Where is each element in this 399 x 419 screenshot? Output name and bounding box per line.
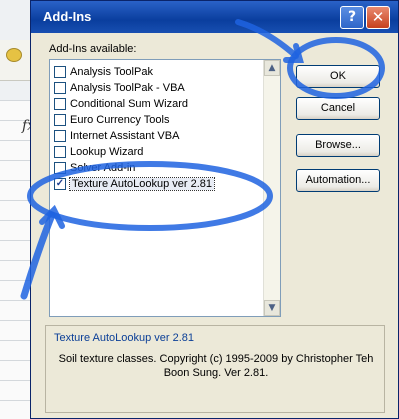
addin-list-item[interactable]: Internet Assistant VBA	[50, 128, 280, 144]
addin-list-item[interactable]: Lookup Wizard	[50, 144, 280, 160]
cancel-button[interactable]: Cancel	[296, 97, 380, 120]
unchecked-checkbox[interactable]	[54, 146, 66, 158]
background-toolbar-icon	[6, 48, 22, 62]
addin-label: Analysis ToolPak	[70, 66, 153, 78]
addin-label: Analysis ToolPak - VBA	[70, 82, 185, 94]
browse-button[interactable]: Browse...	[296, 134, 380, 157]
addin-list-item[interactable]: Euro Currency Tools	[50, 112, 280, 128]
addin-list-item[interactable]: ✓ Texture AutoLookup ver 2.81	[50, 176, 280, 192]
dialog-title: Add-Ins	[43, 9, 92, 24]
addin-list-item[interactable]: Analysis ToolPak - VBA	[50, 80, 280, 96]
unchecked-checkbox[interactable]	[54, 130, 66, 142]
unchecked-checkbox[interactable]	[54, 66, 66, 78]
description-text: Soil texture classes. Copyright (c) 1995…	[58, 353, 374, 379]
scroll-up-icon[interactable]: ▲	[264, 60, 280, 76]
description-title: Texture AutoLookup ver 2.81	[54, 332, 195, 344]
ok-button[interactable]: OK	[296, 65, 380, 88]
unchecked-checkbox[interactable]	[54, 162, 66, 174]
add-ins-available-label: Add-Ins available:	[49, 43, 137, 55]
close-button[interactable]: ✕	[366, 6, 390, 29]
list-scrollbar[interactable]: ▲ ▼	[263, 60, 280, 316]
addin-list-item[interactable]: Solver Add-in	[50, 160, 280, 176]
addin-list-item[interactable]: Conditional Sum Wizard	[50, 96, 280, 112]
addin-label: Lookup Wizard	[70, 146, 144, 158]
automation-button[interactable]: Automation...	[296, 169, 380, 192]
addin-label: Euro Currency Tools	[70, 114, 170, 126]
addin-label: Solver Add-in	[70, 162, 136, 174]
unchecked-checkbox[interactable]	[54, 82, 66, 94]
add-ins-dialog: Add-Ins ? ✕ Add-Ins available: Analysis …	[30, 0, 399, 419]
scroll-down-icon[interactable]: ▼	[264, 300, 280, 316]
unchecked-checkbox[interactable]	[54, 114, 66, 126]
addin-list-item[interactable]: Analysis ToolPak	[50, 64, 280, 80]
help-button[interactable]: ?	[340, 6, 364, 29]
addin-label: Conditional Sum Wizard	[70, 98, 188, 110]
unchecked-checkbox[interactable]	[54, 98, 66, 110]
addin-label: Internet Assistant VBA	[70, 130, 180, 142]
addin-label: Texture AutoLookup ver 2.81	[68, 177, 216, 191]
description-group: Texture AutoLookup ver 2.81 Soil texture…	[45, 325, 385, 413]
add-ins-list[interactable]: Analysis ToolPak Analysis ToolPak - VBA Co…	[49, 59, 281, 317]
checked-checkbox[interactable]: ✓	[54, 178, 66, 190]
title-bar: Add-Ins ? ✕	[31, 1, 398, 33]
